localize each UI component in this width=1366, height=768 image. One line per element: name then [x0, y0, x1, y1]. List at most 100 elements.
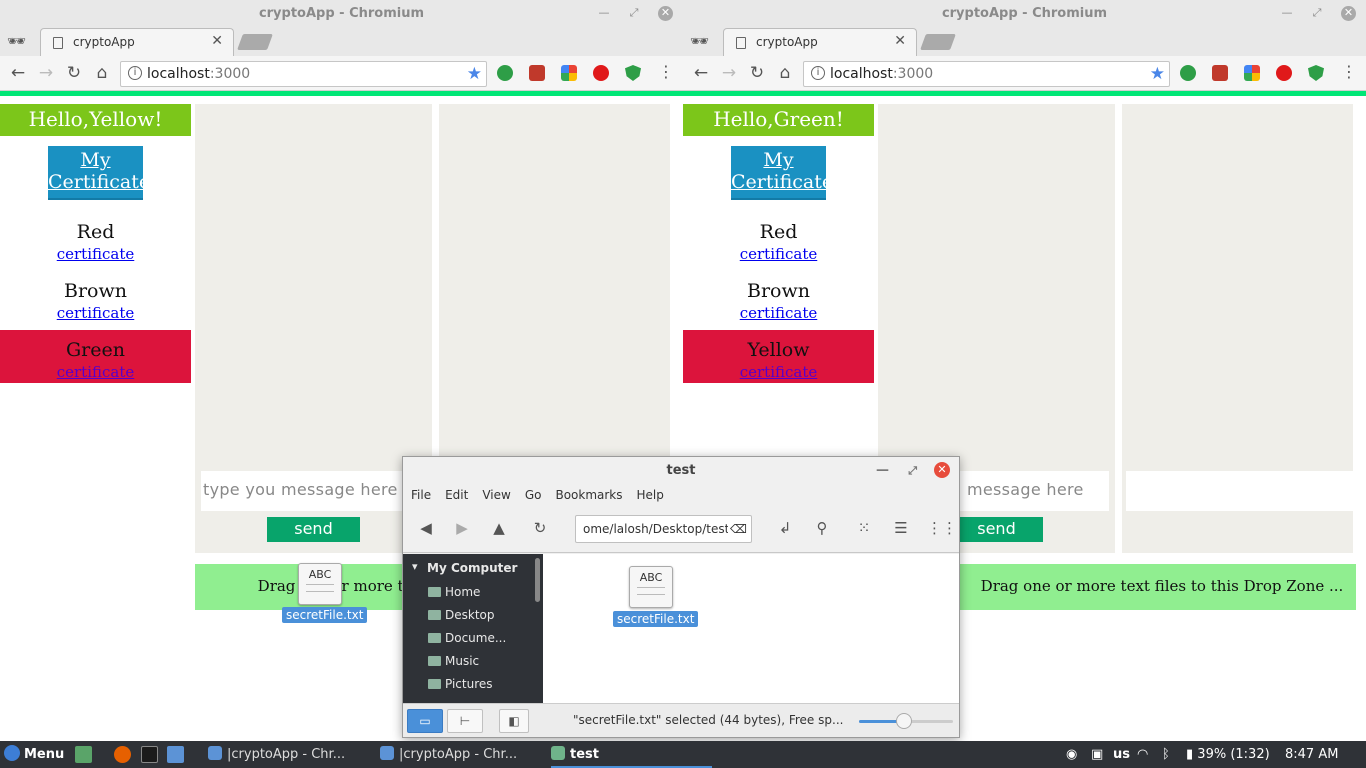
forward-arrow-icon[interactable]: →: [36, 63, 56, 83]
start-menu-button[interactable]: Menu: [4, 741, 64, 768]
keyboard-layout[interactable]: us: [1113, 741, 1130, 768]
certificate-link[interactable]: certificate: [57, 303, 135, 323]
window-titlebar[interactable]: cryptoApp - Chromium — ⤢ ✕: [0, 0, 683, 27]
fm-titlebar[interactable]: test — ⤢ ✕: [403, 457, 959, 484]
sidebar-item-home[interactable]: Home: [403, 581, 543, 604]
message-input[interactable]: type you message here: [201, 471, 426, 511]
task-cryptoapp-2[interactable]: |cryptoApp - Chr...: [380, 741, 517, 768]
tab-close-icon[interactable]: ✕: [894, 33, 906, 49]
user-item-yellow[interactable]: Yellow certificate: [683, 330, 874, 383]
sidebar-item-pictures[interactable]: Pictures: [403, 673, 543, 696]
bookmark-extension-icon[interactable]: [529, 65, 545, 81]
bookmark-extension-icon[interactable]: [1212, 65, 1228, 81]
chrome-tray-icon[interactable]: ◉: [1066, 741, 1077, 768]
vpn-extension-icon[interactable]: [497, 65, 513, 81]
sidebar-toggle-icon[interactable]: ◧: [499, 709, 529, 733]
firefox-icon[interactable]: [114, 746, 131, 763]
shield-extension-icon[interactable]: [625, 65, 641, 81]
back-arrow-icon[interactable]: ◀: [415, 519, 437, 537]
battery-status[interactable]: ▮ 39% (1:32): [1186, 741, 1270, 768]
close-icon[interactable]: ✕: [1341, 6, 1356, 21]
menu-go[interactable]: Go: [525, 484, 542, 506]
browser-menu-icon[interactable]: ⋮: [1341, 62, 1357, 81]
menu-bookmarks[interactable]: Bookmarks: [555, 484, 622, 506]
user-item-brown[interactable]: Brown certificate: [683, 271, 874, 330]
maximize-icon[interactable]: ⤢: [627, 6, 641, 20]
certificate-link[interactable]: certificate: [740, 362, 818, 382]
certificate-link[interactable]: certificate: [740, 303, 818, 323]
address-bar[interactable]: i localhost:3000 ★: [803, 61, 1170, 87]
opera-extension-icon[interactable]: [593, 65, 609, 81]
zoom-slider-knob[interactable]: [896, 713, 913, 729]
close-icon[interactable]: ✕: [658, 6, 673, 21]
bookmark-star-icon[interactable]: ★: [467, 64, 482, 84]
vpn-extension-icon[interactable]: [1180, 65, 1196, 81]
close-icon[interactable]: ✕: [934, 462, 950, 478]
clock[interactable]: 8:47 AM: [1285, 741, 1338, 768]
wifi-icon[interactable]: ◠: [1137, 741, 1148, 768]
search-icon[interactable]: ⚲: [811, 519, 833, 537]
terminal-icon[interactable]: [141, 746, 158, 763]
clear-path-icon[interactable]: ⌫: [728, 516, 747, 542]
site-info-icon[interactable]: i: [811, 66, 825, 80]
up-arrow-icon[interactable]: ▲: [488, 519, 510, 537]
my-certificate-link[interactable]: My Certificate: [48, 146, 150, 200]
maximize-icon[interactable]: ⤢: [1310, 6, 1324, 20]
zoom-slider[interactable]: [859, 713, 953, 729]
google-extension-icon[interactable]: [1244, 65, 1260, 81]
menu-file[interactable]: File: [411, 484, 431, 506]
minimize-icon[interactable]: —: [876, 457, 889, 484]
places-toggle-icon[interactable]: ▭: [407, 709, 443, 733]
file-label[interactable]: secretFile.txt: [613, 611, 699, 627]
bookmark-star-icon[interactable]: ★: [1150, 64, 1165, 84]
certificate-link[interactable]: certificate: [57, 362, 135, 382]
minimize-icon[interactable]: —: [1280, 6, 1294, 20]
back-arrow-icon[interactable]: ←: [8, 63, 28, 83]
new-tab-button[interactable]: [237, 34, 273, 50]
sidebar-item-desktop[interactable]: Desktop: [403, 604, 543, 627]
home-icon[interactable]: ⌂: [775, 63, 795, 83]
my-certificate-link[interactable]: My Certificate: [731, 146, 833, 200]
location-field[interactable]: ome/lalosh/Desktop/test ⌫: [575, 515, 752, 543]
sidebar-item-music[interactable]: Music: [403, 650, 543, 673]
package-tray-icon[interactable]: ▣: [1091, 741, 1103, 768]
maximize-icon[interactable]: ⤢: [908, 457, 917, 484]
home-icon[interactable]: ⌂: [92, 63, 112, 83]
text-file-icon[interactable]: ABC: [629, 566, 673, 608]
user-item-red[interactable]: Red certificate: [0, 212, 191, 271]
tab-close-icon[interactable]: ✕: [211, 33, 223, 49]
task-cryptoapp-1[interactable]: |cryptoApp - Chr...: [208, 741, 345, 768]
forward-arrow-icon[interactable]: →: [719, 63, 739, 83]
icon-view-icon[interactable]: ⁙: [853, 519, 875, 537]
new-tab-button[interactable]: [920, 34, 956, 50]
user-item-green[interactable]: Green certificate: [0, 330, 191, 383]
site-info-icon[interactable]: i: [128, 66, 142, 80]
toggle-location-icon[interactable]: ↲: [774, 519, 796, 537]
sidebar-header-my-computer[interactable]: My Computer: [403, 554, 543, 581]
reload-icon[interactable]: ↻: [64, 63, 84, 83]
send-button[interactable]: send: [950, 517, 1043, 542]
browser-menu-icon[interactable]: ⋮: [658, 62, 674, 81]
certificate-link[interactable]: certificate: [57, 244, 135, 264]
list-view-icon[interactable]: ☰: [890, 519, 912, 537]
reload-icon[interactable]: ↻: [747, 63, 767, 83]
user-item-brown[interactable]: Brown certificate: [0, 271, 191, 330]
tab-cryptoapp[interactable]: cryptoApp ✕: [723, 28, 917, 56]
tab-cryptoapp[interactable]: cryptoApp ✕: [40, 28, 234, 56]
bluetooth-icon[interactable]: ᛒ: [1162, 741, 1170, 768]
user-item-red[interactable]: Red certificate: [683, 212, 874, 271]
minimize-icon[interactable]: —: [597, 6, 611, 20]
send-button[interactable]: send: [267, 517, 360, 542]
back-arrow-icon[interactable]: ←: [691, 63, 711, 83]
forward-arrow-icon[interactable]: ▶: [451, 519, 473, 537]
certificate-link[interactable]: certificate: [740, 244, 818, 264]
sidebar-item-documents[interactable]: Docume...: [403, 627, 543, 650]
file-manager-launcher-icon[interactable]: [167, 746, 184, 763]
menu-view[interactable]: View: [482, 484, 510, 506]
menu-edit[interactable]: Edit: [445, 484, 468, 506]
show-desktop-icon[interactable]: [75, 746, 92, 763]
tree-toggle-icon[interactable]: ⊢: [447, 709, 483, 733]
menu-help[interactable]: Help: [637, 484, 664, 506]
reload-icon[interactable]: ↻: [529, 519, 551, 537]
sidebar-scrollbar[interactable]: [535, 558, 540, 602]
